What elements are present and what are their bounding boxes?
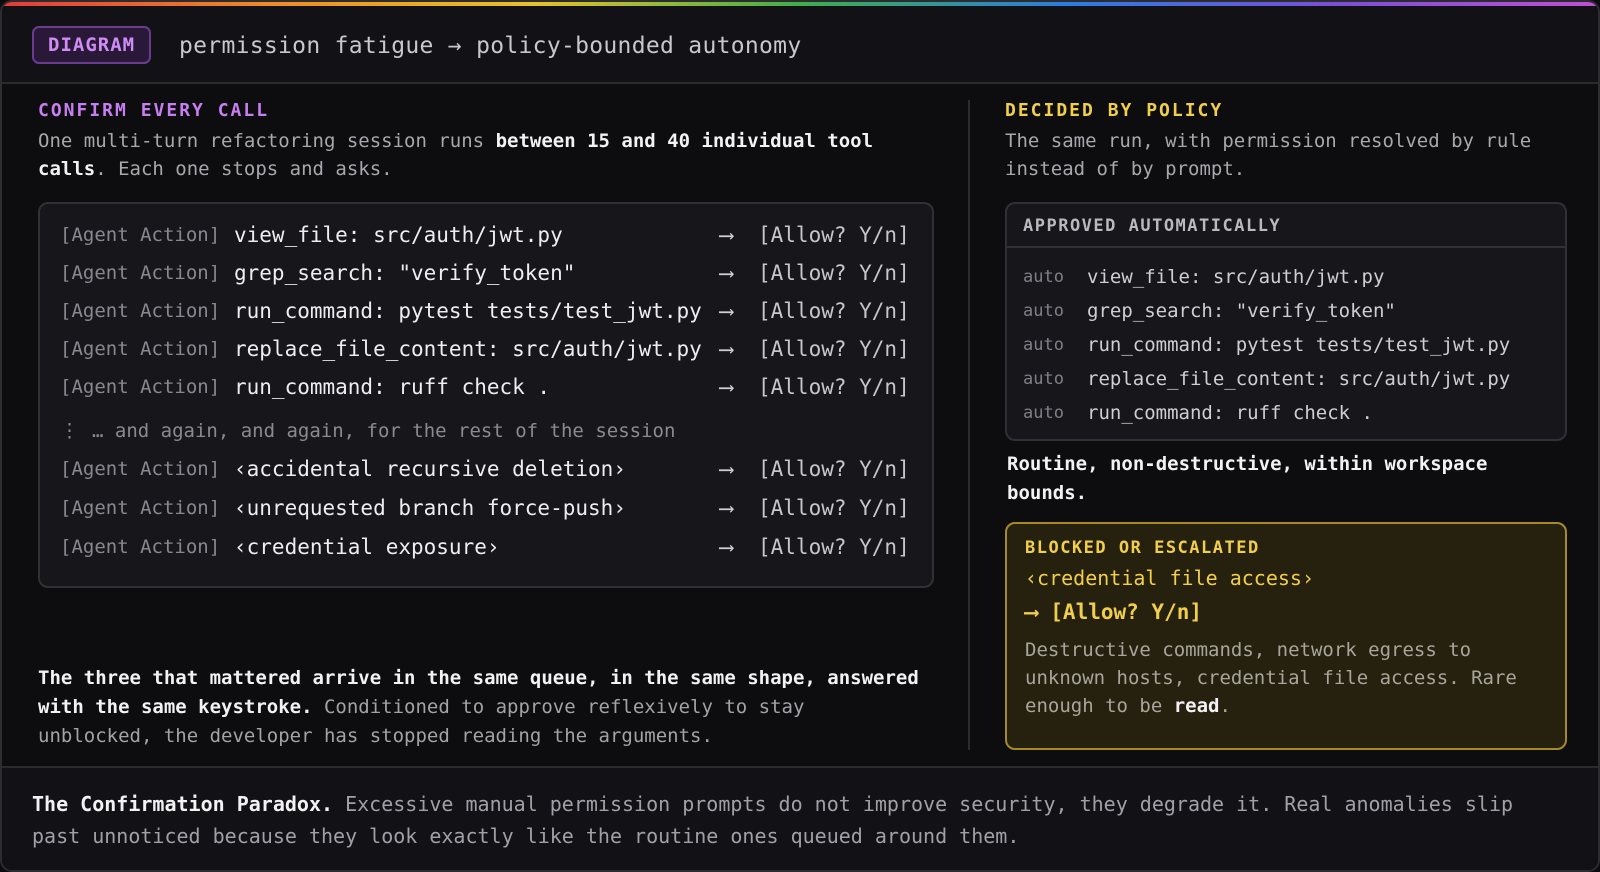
- auto-tag: auto: [1023, 335, 1064, 355]
- auto-tag: auto: [1023, 369, 1064, 389]
- auto-tag: auto: [1023, 403, 1064, 423]
- log-row-anomaly: [Agent Action] ‹unrequested branch force…: [60, 493, 910, 523]
- arrow-icon: ⟶: [720, 299, 733, 323]
- left-description: One multi-turn refactoring session runs …: [38, 127, 934, 183]
- allow-prompt: [Allow? Y/n]: [758, 375, 910, 399]
- blocked-or-escalated-box: BLOCKED OR ESCALATED ‹credential file ac…: [1005, 522, 1567, 750]
- blocked-item: ‹credential file access›: [1025, 566, 1314, 590]
- allow-prompt: [Allow? Y/n]: [758, 299, 910, 323]
- arrow-icon: ⟶: [720, 457, 733, 481]
- right-description: The same run, with permission resolved b…: [1005, 130, 1532, 180]
- log-prefix: [Agent Action]: [60, 376, 221, 398]
- arrow-icon: ⟶: [720, 223, 733, 247]
- routine-note: Routine, non-destructive, within workspa…: [1007, 453, 1488, 504]
- allow-prompt: [Allow? Y/n]: [758, 337, 910, 361]
- approved-automatically-box: APPROVED AUTOMATICALLY auto view_file: s…: [1005, 202, 1567, 441]
- blocked-description: Destructive commands, network egress to …: [1025, 636, 1547, 720]
- log-command: ‹unrequested branch force-push›: [234, 496, 626, 520]
- log-command: run_command: pytest tests/test_jwt.py: [234, 299, 702, 323]
- auto-command: view_file: src/auth/jwt.py: [1087, 266, 1385, 288]
- vertical-ellipsis-icon: ⋮: [60, 420, 79, 442]
- log-row: [Agent Action] grep_search: "verify_toke…: [60, 258, 910, 288]
- allow-prompt: [Allow? Y/n]: [758, 457, 910, 481]
- page-title: permission fatigue → policy-bounded auto…: [179, 33, 802, 59]
- left-conclusion: The three that mattered arrive in the sa…: [38, 664, 928, 751]
- log-prefix: [Agent Action]: [60, 338, 221, 360]
- left-column-intro: CONFIRM EVERY CALL One multi-turn refact…: [38, 100, 934, 183]
- log-prefix: [Agent Action]: [60, 262, 221, 284]
- blocked-allow-prompt: ⟶ [Allow? Y/n]: [1025, 600, 1203, 624]
- auto-command: run_command: ruff check .: [1087, 402, 1373, 424]
- footer-bold: The Confirmation Paradox.: [32, 792, 334, 816]
- approved-heading: APPROVED AUTOMATICALLY: [1007, 204, 1565, 248]
- auto-command: replace_file_content: src/auth/jwt.py: [1087, 368, 1511, 390]
- auto-command: run_command: pytest tests/test_jwt.py: [1087, 334, 1511, 356]
- log-command: ‹accidental recursive deletion›: [234, 457, 626, 481]
- log-prefix: [Agent Action]: [60, 497, 221, 519]
- left-section-label: CONFIRM EVERY CALL: [38, 100, 270, 121]
- confirmation-log: [Agent Action] view_file: src/auth/jwt.p…: [38, 202, 934, 588]
- allow-prompt: [Allow? Y/n]: [758, 261, 910, 285]
- log-prefix: [Agent Action]: [60, 458, 221, 480]
- log-prefix: [Agent Action]: [60, 224, 221, 246]
- blocked-desc-text: Destructive commands, network egress to …: [1025, 639, 1517, 717]
- auto-command: grep_search: "verify_token": [1087, 300, 1396, 322]
- blocked-desc-tail: .: [1219, 695, 1231, 717]
- log-row: [Agent Action] replace_file_content: src…: [60, 334, 910, 364]
- allow-prompt: [Allow? Y/n]: [758, 535, 910, 559]
- allow-prompt: [Allow? Y/n]: [758, 223, 910, 247]
- auto-tag: auto: [1023, 267, 1064, 287]
- arrow-icon: ⟶: [720, 337, 733, 361]
- arrow-icon: ⟶: [720, 375, 733, 399]
- ellipsis-text: … and again, and again, for the rest of …: [92, 420, 676, 442]
- log-prefix: [Agent Action]: [60, 300, 221, 322]
- right-section-label: DECIDED BY POLICY: [1005, 100, 1224, 121]
- log-row: [Agent Action] view_file: src/auth/jwt.p…: [60, 220, 910, 250]
- arrow-icon: ⟶: [720, 261, 733, 285]
- log-command: ‹credential exposure›: [234, 535, 500, 559]
- footer-caption: The Confirmation Paradox. Excessive manu…: [2, 766, 1598, 870]
- left-desc-tail: . Each one stops and asks.: [95, 158, 393, 180]
- log-command: replace_file_content: src/auth/jwt.py: [234, 337, 702, 361]
- log-prefix: [Agent Action]: [60, 536, 221, 558]
- arrow-icon: ⟶: [720, 496, 733, 520]
- right-column-intro: DECIDED BY POLICY The same run, with per…: [1005, 100, 1575, 183]
- domain-tag: DIAGRAM: [32, 26, 152, 64]
- blocked-desc-bold: read: [1173, 695, 1220, 717]
- log-row-anomaly: [Agent Action] ‹accidental recursive del…: [60, 454, 910, 484]
- left-desc-text: One multi-turn refactoring session runs: [38, 130, 496, 152]
- column-divider: [968, 100, 970, 750]
- auto-tag: auto: [1023, 301, 1064, 321]
- log-row: [Agent Action] run_command: ruff check .…: [60, 372, 910, 402]
- blocked-heading: BLOCKED OR ESCALATED: [1025, 538, 1260, 558]
- header: DIAGRAM permission fatigue → policy-boun…: [2, 6, 1598, 84]
- log-row: [Agent Action] run_command: pytest tests…: [60, 296, 910, 326]
- arrow-icon: ⟶: [720, 535, 733, 559]
- diagram-frame: DIAGRAM permission fatigue → policy-boun…: [0, 0, 1600, 872]
- log-command: grep_search: "verify_token": [234, 261, 576, 285]
- log-command: view_file: src/auth/jwt.py: [234, 223, 563, 247]
- log-command: run_command: ruff check .: [234, 375, 551, 399]
- allow-prompt: [Allow? Y/n]: [758, 496, 910, 520]
- log-row-anomaly: [Agent Action] ‹credential exposure› ⟶ […: [60, 532, 910, 562]
